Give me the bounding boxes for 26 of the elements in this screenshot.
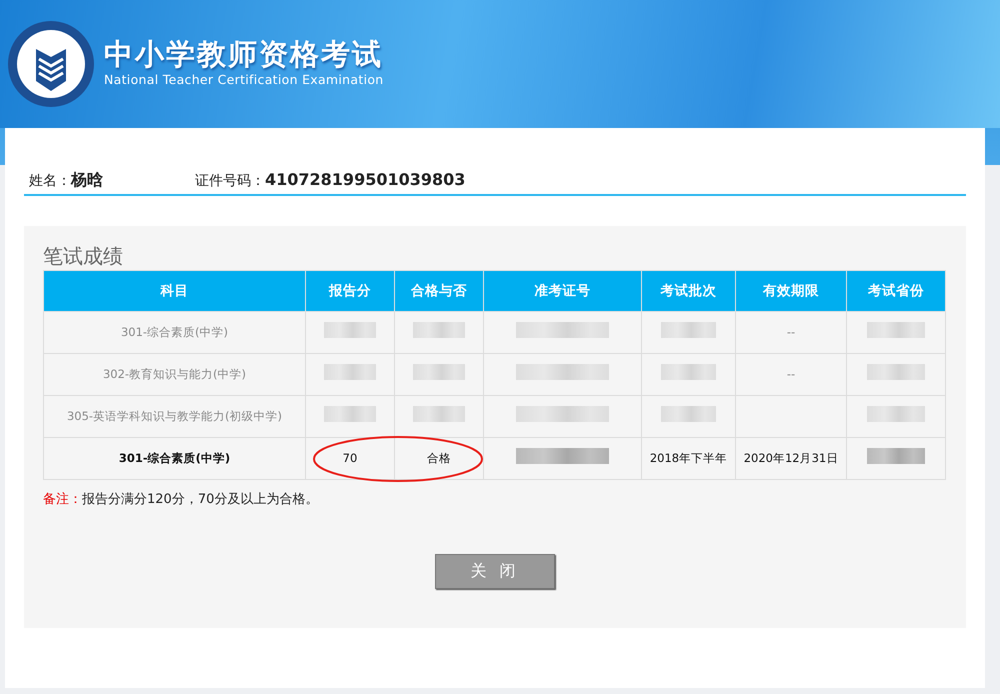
note-text: 备注：报告分满分120分，70分及以上为合格。 (43, 492, 318, 507)
emblem-icon (6, 19, 96, 109)
column-header: 准考证号 (484, 270, 642, 312)
table-cell: -- (736, 312, 846, 354)
column-header: 合格与否 (394, 270, 484, 312)
table-cell: 2020年12月31日 (736, 438, 846, 480)
name-label: 姓名： (29, 173, 71, 191)
column-header: 考试批次 (642, 270, 736, 312)
table-cell: 301-综合素质(中学) (44, 438, 306, 480)
site-title: 中小学教师资格考试 (104, 38, 384, 71)
column-header: 考试省份 (846, 270, 946, 312)
column-header: 报告分 (306, 270, 394, 312)
table-cell: 305-英语学科知识与教学能力(初级中学) (44, 396, 306, 438)
close-button[interactable]: 关 闭 (435, 554, 555, 588)
id-label: 证件号码： (195, 172, 265, 191)
column-header: 有效期限 (736, 270, 846, 312)
column-header: 科目 (44, 270, 306, 312)
table-cell: 301-综合素质(中学) (44, 312, 306, 354)
site-subtitle: National Teacher Certification Examination (104, 70, 384, 89)
table-cell: 302-教育知识与能力(中学) (44, 354, 306, 396)
name-value: 杨晗 (71, 169, 104, 191)
table-cell: 合格 (394, 438, 484, 480)
id-number: 410728199501039803 (265, 169, 466, 191)
table-cell: 2018年下半年 (642, 438, 736, 480)
table-cell: -- (736, 354, 846, 396)
section-title: 笔试成绩 (43, 244, 124, 268)
